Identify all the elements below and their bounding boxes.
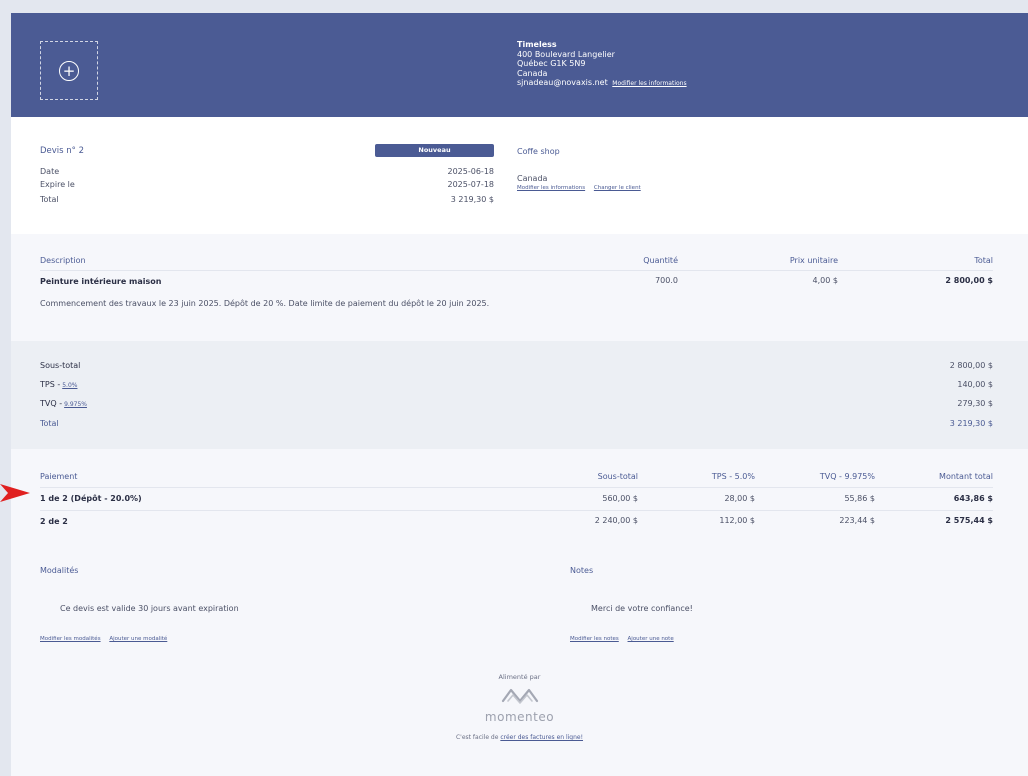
item-description: Commencement des travaux le 23 juin 2025… bbox=[40, 299, 490, 308]
subtotal-label: Sous-total bbox=[40, 361, 81, 370]
quote-total-label: Total bbox=[40, 195, 59, 204]
company-info: Timeless 400 Boulevard Langelier Québec … bbox=[517, 40, 687, 89]
tps-label: TPS - bbox=[40, 380, 61, 389]
powered-by-label: Alimenté par bbox=[498, 673, 541, 681]
client-links: Modifier les informations Changer le cli… bbox=[517, 185, 648, 191]
expire-row: Expire le 2025-07-18 bbox=[40, 180, 494, 189]
tvq-row: TVQ -9.975% 279,30 $ bbox=[40, 399, 993, 408]
terms-links: Modifier les modalités Ajouter une modal… bbox=[40, 636, 174, 642]
brand-name: momenteo bbox=[484, 710, 555, 724]
notes-text: Merci de votre confiance! bbox=[591, 604, 693, 613]
client-country: Canada bbox=[517, 174, 548, 183]
terms-text: Ce devis est valide 30 jours avant expir… bbox=[60, 604, 239, 613]
subtotal-value: 2 800,00 $ bbox=[949, 361, 993, 370]
tps-value: 140,00 $ bbox=[957, 380, 993, 389]
payment-row-1-label: 1 de 2 (Dépôt - 20.0%) bbox=[40, 494, 142, 503]
company-address-line2: Québec G1K 5N9 bbox=[517, 59, 586, 68]
grand-total-value: 3 219,30 $ bbox=[949, 419, 993, 428]
payment-row-1-total: 643,86 $ bbox=[953, 494, 993, 503]
client-name: Coffe shop bbox=[517, 147, 560, 156]
company-country: Canada bbox=[517, 68, 548, 78]
company-email: sjnadeau@novaxis.net bbox=[517, 78, 608, 87]
powered-by: Alimenté par momenteo C'est facile de cr… bbox=[11, 673, 1028, 741]
divider bbox=[40, 487, 993, 488]
item-total: 2 800,00 $ bbox=[945, 276, 993, 285]
quote-total-value: 3 219,30 $ bbox=[450, 195, 494, 204]
create-invoices-link[interactable]: créer des factures en ligne! bbox=[500, 734, 583, 741]
payment-row-2-tps: 112,00 $ bbox=[719, 516, 755, 525]
quote-page: + Timeless 400 Boulevard Langelier Québe… bbox=[11, 13, 1028, 776]
item-name: Peinture intérieure maison bbox=[40, 277, 162, 286]
date-row: Date 2025-06-18 bbox=[40, 167, 494, 176]
tvq-rate-link[interactable]: 9.975% bbox=[64, 401, 87, 408]
expire-label: Expire le bbox=[40, 180, 75, 189]
col-quantity: Quantité bbox=[643, 256, 678, 265]
col-pay-tps: TPS - 5.0% bbox=[711, 472, 755, 481]
add-circle-icon: + bbox=[59, 60, 79, 81]
add-note-link[interactable]: Ajouter une note bbox=[628, 636, 674, 642]
divider bbox=[40, 270, 993, 271]
notes-title: Notes bbox=[570, 566, 594, 575]
date-value: 2025-06-18 bbox=[447, 167, 495, 176]
edit-notes-link[interactable]: Modifier les notes bbox=[570, 636, 619, 642]
divider bbox=[40, 510, 993, 511]
col-unit-price: Prix unitaire bbox=[789, 256, 838, 265]
grand-total-label: Total bbox=[40, 419, 59, 428]
tagline-text: C'est facile de bbox=[455, 734, 499, 741]
quote-total-row: Total 3 219,30 $ bbox=[40, 195, 494, 204]
company-name: Timeless bbox=[517, 40, 557, 49]
tps-rate-link[interactable]: 5.0% bbox=[62, 382, 77, 389]
status-badge: Nouveau bbox=[375, 144, 494, 157]
payment-row-2-subtotal: 2 240,00 $ bbox=[594, 516, 638, 525]
expire-value: 2025-07-18 bbox=[447, 180, 495, 189]
payment-row-1-subtotal: 560,00 $ bbox=[602, 494, 638, 503]
payment-row-2-label: 2 de 2 bbox=[40, 517, 68, 526]
quote-number: Devis n° 2 bbox=[40, 146, 85, 156]
item-quantity: 700.0 bbox=[655, 276, 678, 285]
subtotal-row: Sous-total 2 800,00 $ bbox=[40, 361, 993, 370]
edit-terms-link[interactable]: Modifier les modalités bbox=[40, 636, 101, 642]
terms-title: Modalités bbox=[40, 566, 79, 575]
tvq-value: 279,30 $ bbox=[957, 399, 993, 408]
payment-row-2-tvq: 223,44 $ bbox=[839, 516, 875, 525]
payment-row-1-tps: 28,00 $ bbox=[724, 494, 755, 503]
payment-row-2-total: 2 575,44 $ bbox=[945, 516, 993, 525]
change-client-link[interactable]: Changer le client bbox=[594, 185, 641, 191]
company-address-line1: 400 Boulevard Langelier bbox=[517, 49, 615, 59]
company-header: + Timeless 400 Boulevard Langelier Québe… bbox=[11, 13, 1028, 117]
col-description: Description bbox=[40, 256, 86, 265]
notes-links: Modifier les notes Ajouter une note bbox=[570, 636, 681, 642]
items-table: Description Quantité Prix unitaire Total… bbox=[11, 234, 1028, 341]
logo-upload-button[interactable]: + bbox=[40, 41, 98, 100]
tps-row: TPS -5.0% 140,00 $ bbox=[40, 380, 993, 389]
date-label: Date bbox=[40, 167, 60, 176]
add-term-link[interactable]: Ajouter une modalité bbox=[109, 636, 167, 642]
col-total: Total bbox=[974, 256, 993, 265]
col-pay-tvq: TVQ - 9.975% bbox=[819, 472, 875, 481]
payment-section: Paiement Sous-total TPS - 5.0% TVQ - 9.9… bbox=[11, 449, 1028, 776]
payment-row-1-tvq: 55,86 $ bbox=[844, 494, 875, 503]
edit-client-link[interactable]: Modifier les informations bbox=[517, 185, 585, 191]
footer-tagline: C'est facile de créer des factures en li… bbox=[11, 734, 1028, 741]
col-pay-subtotal: Sous-total bbox=[597, 472, 638, 481]
totals-section: Sous-total 2 800,00 $ TPS -5.0% 140,00 $… bbox=[11, 341, 1028, 449]
grand-total-row: Total 3 219,30 $ bbox=[40, 419, 993, 428]
col-pay-total: Montant total bbox=[939, 472, 993, 481]
pointer-arrow-icon bbox=[0, 484, 30, 502]
item-unit-price: 4,00 $ bbox=[812, 276, 838, 285]
momenteo-logo-icon bbox=[501, 688, 538, 704]
col-payment: Paiement bbox=[40, 472, 78, 481]
edit-company-link[interactable]: Modifier les informations bbox=[612, 80, 686, 87]
tvq-label: TVQ - bbox=[40, 399, 63, 408]
